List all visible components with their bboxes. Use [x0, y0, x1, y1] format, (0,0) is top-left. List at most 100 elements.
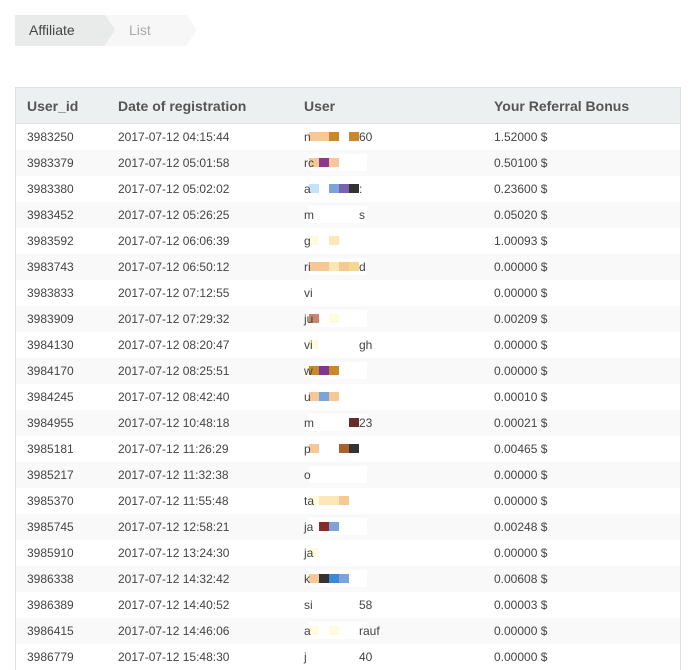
table-row[interactable]: 39841702017-07-12 08:25:51w0.00000 $	[16, 358, 680, 384]
table-row[interactable]: 39838332017-07-12 07:12:55 vi 0.00000 $	[16, 280, 680, 306]
cell-referral-bonus: 0.00000 $	[483, 488, 680, 514]
user-name-prefix: vi	[304, 286, 313, 300]
table-row[interactable]: 39834522017-07-12 05:26:25ms0.05020 $	[16, 202, 680, 228]
redaction-pixel	[329, 522, 339, 531]
redaction-pixel	[329, 132, 339, 141]
table-row[interactable]: 39833792017-07-12 05:01:58rc0.50100 $	[16, 150, 680, 176]
cell-user-id: 3984955	[16, 410, 107, 436]
header-referral-bonus[interactable]: Your Referral Bonus	[483, 88, 680, 124]
cell-user-id: 3985370	[16, 488, 107, 514]
user-name-prefix: ja	[304, 520, 313, 534]
redaction-pixel	[349, 184, 359, 193]
redaction-pixel	[319, 626, 329, 635]
breadcrumb-affiliate[interactable]: Affiliate	[15, 15, 105, 46]
user-name-prefix: m	[304, 416, 314, 430]
redaction-pixel	[349, 444, 359, 453]
table-row[interactable]: 39849552017-07-12 10:48:18m230.00021 $	[16, 410, 680, 436]
redaction-pixel	[319, 366, 329, 375]
redaction-pixel	[329, 236, 339, 245]
table-row[interactable]: 39851812017-07-12 11:26:29p0.00465 $	[16, 436, 680, 462]
redaction-pixel	[319, 132, 329, 141]
redaction-pixel	[349, 132, 359, 141]
cell-user-id: 3986779	[16, 644, 107, 670]
cell-user-id: 3985745	[16, 514, 107, 540]
cell-registration-date: 2017-07-12 12:58:21	[107, 514, 293, 540]
cell-referral-bonus: 0.00000 $	[483, 280, 680, 306]
redacted-user-mask	[309, 492, 367, 509]
cell-registration-date: 2017-07-12 15:48:30	[107, 644, 293, 670]
cell-user: vi gh	[293, 332, 483, 358]
table-row[interactable]: 39832502017-07-12 04:15:44n601.52000 $	[16, 124, 680, 151]
breadcrumb-list: List	[105, 15, 187, 46]
table-row[interactable]: 39833802017-07-12 05:02:02a:0.23600 $	[16, 176, 680, 202]
cell-registration-date: 2017-07-12 04:15:44	[107, 124, 293, 151]
cell-registration-date: 2017-07-12 08:42:40	[107, 384, 293, 410]
table-row[interactable]: 39853702017-07-12 11:55:48ta0.00000 $	[16, 488, 680, 514]
cell-registration-date: 2017-07-12 14:40:52	[107, 592, 293, 618]
redacted-user-mask	[309, 362, 367, 379]
header-date-registration[interactable]: Date of registration	[107, 88, 293, 124]
user-name-suffix: 60	[359, 130, 372, 144]
cell-referral-bonus: 0.00000 $	[483, 644, 680, 670]
cell-user: ja	[293, 514, 483, 540]
table-row[interactable]: 39859102017-07-12 13:24:30ja0.00000 $	[16, 540, 680, 566]
cell-user-id: 3983592	[16, 228, 107, 254]
redacted-user-mask	[309, 154, 367, 171]
table-row[interactable]: 39863382017-07-12 14:32:42k0.00608 $	[16, 566, 680, 592]
user-name-prefix: si	[304, 598, 313, 612]
table-row[interactable]: 39835922017-07-12 06:06:39g1.00093 $	[16, 228, 680, 254]
user-name-prefix: u	[304, 390, 311, 404]
table-row[interactable]: 39863892017-07-12 14:40:52si580.00003 $	[16, 592, 680, 618]
redaction-pixel	[319, 496, 329, 505]
table-row[interactable]: 39867792017-07-12 15:48:30j400.00000 $	[16, 644, 680, 670]
user-name-prefix: ju	[304, 312, 313, 326]
cell-referral-bonus: 0.00000 $	[483, 540, 680, 566]
cell-referral-bonus: 0.00000 $	[483, 254, 680, 280]
cell-registration-date: 2017-07-12 07:12:55	[107, 280, 293, 306]
redaction-pixel	[339, 444, 349, 453]
user-name-suffix: d	[359, 260, 366, 274]
cell-user-id: 3983909	[16, 306, 107, 332]
cell-registration-date: 2017-07-12 14:32:42	[107, 566, 293, 592]
cell-user: n 60	[293, 124, 483, 151]
header-user[interactable]: User	[293, 88, 483, 124]
table-row[interactable]: 39839092017-07-12 07:29:32ju0.00209 $	[16, 306, 680, 332]
cell-referral-bonus: 0.00000 $	[483, 358, 680, 384]
table-row[interactable]: 39837432017-07-12 06:50:12rid0.00000 $	[16, 254, 680, 280]
table-row[interactable]: 39842452017-07-12 08:42:40u0.00010 $	[16, 384, 680, 410]
cell-user: k	[293, 566, 483, 592]
header-user-id[interactable]: User_id	[16, 88, 107, 124]
cell-user-id: 3985181	[16, 436, 107, 462]
cell-user: rc	[293, 150, 483, 176]
cell-user: w	[293, 358, 483, 384]
user-name-prefix: n	[304, 130, 311, 144]
redacted-user-mask	[309, 518, 367, 535]
cell-referral-bonus: 0.00465 $	[483, 436, 680, 462]
table-row[interactable]: 39857452017-07-12 12:58:21 ja 0.00248 $	[16, 514, 680, 540]
redacted-user-mask	[309, 284, 367, 301]
cell-user-id: 3985217	[16, 462, 107, 488]
user-name-prefix: ri	[304, 260, 311, 274]
cell-referral-bonus: 0.23600 $	[483, 176, 680, 202]
cell-referral-bonus: 0.50100 $	[483, 150, 680, 176]
redaction-pixel	[329, 496, 339, 505]
table-row[interactable]: 39864152017-07-12 14:46:06arauf0.00000 $	[16, 618, 680, 644]
cell-user-id: 3983833	[16, 280, 107, 306]
cell-referral-bonus: 0.00248 $	[483, 514, 680, 540]
cell-referral-bonus: 0.00608 $	[483, 566, 680, 592]
redaction-pixel	[329, 392, 339, 401]
redacted-user-mask	[309, 570, 367, 587]
cell-referral-bonus: 0.00010 $	[483, 384, 680, 410]
user-name-suffix: rauf	[359, 624, 380, 638]
user-name-prefix: vi	[304, 338, 313, 352]
redaction-pixel	[319, 574, 329, 583]
cell-registration-date: 2017-07-12 11:26:29	[107, 436, 293, 462]
table-row[interactable]: 39852172017-07-12 11:32:38o0.00000 $	[16, 462, 680, 488]
cell-user: arauf	[293, 618, 483, 644]
table-row[interactable]: 39841302017-07-12 08:20:47vigh0.00000 $	[16, 332, 680, 358]
redacted-user-mask	[309, 232, 367, 249]
redaction-pixel	[339, 132, 349, 141]
user-name-suffix: :	[359, 182, 362, 196]
affiliate-table: User_id Date of registration User Your R…	[15, 87, 681, 670]
user-name-suffix: gh	[359, 338, 372, 352]
